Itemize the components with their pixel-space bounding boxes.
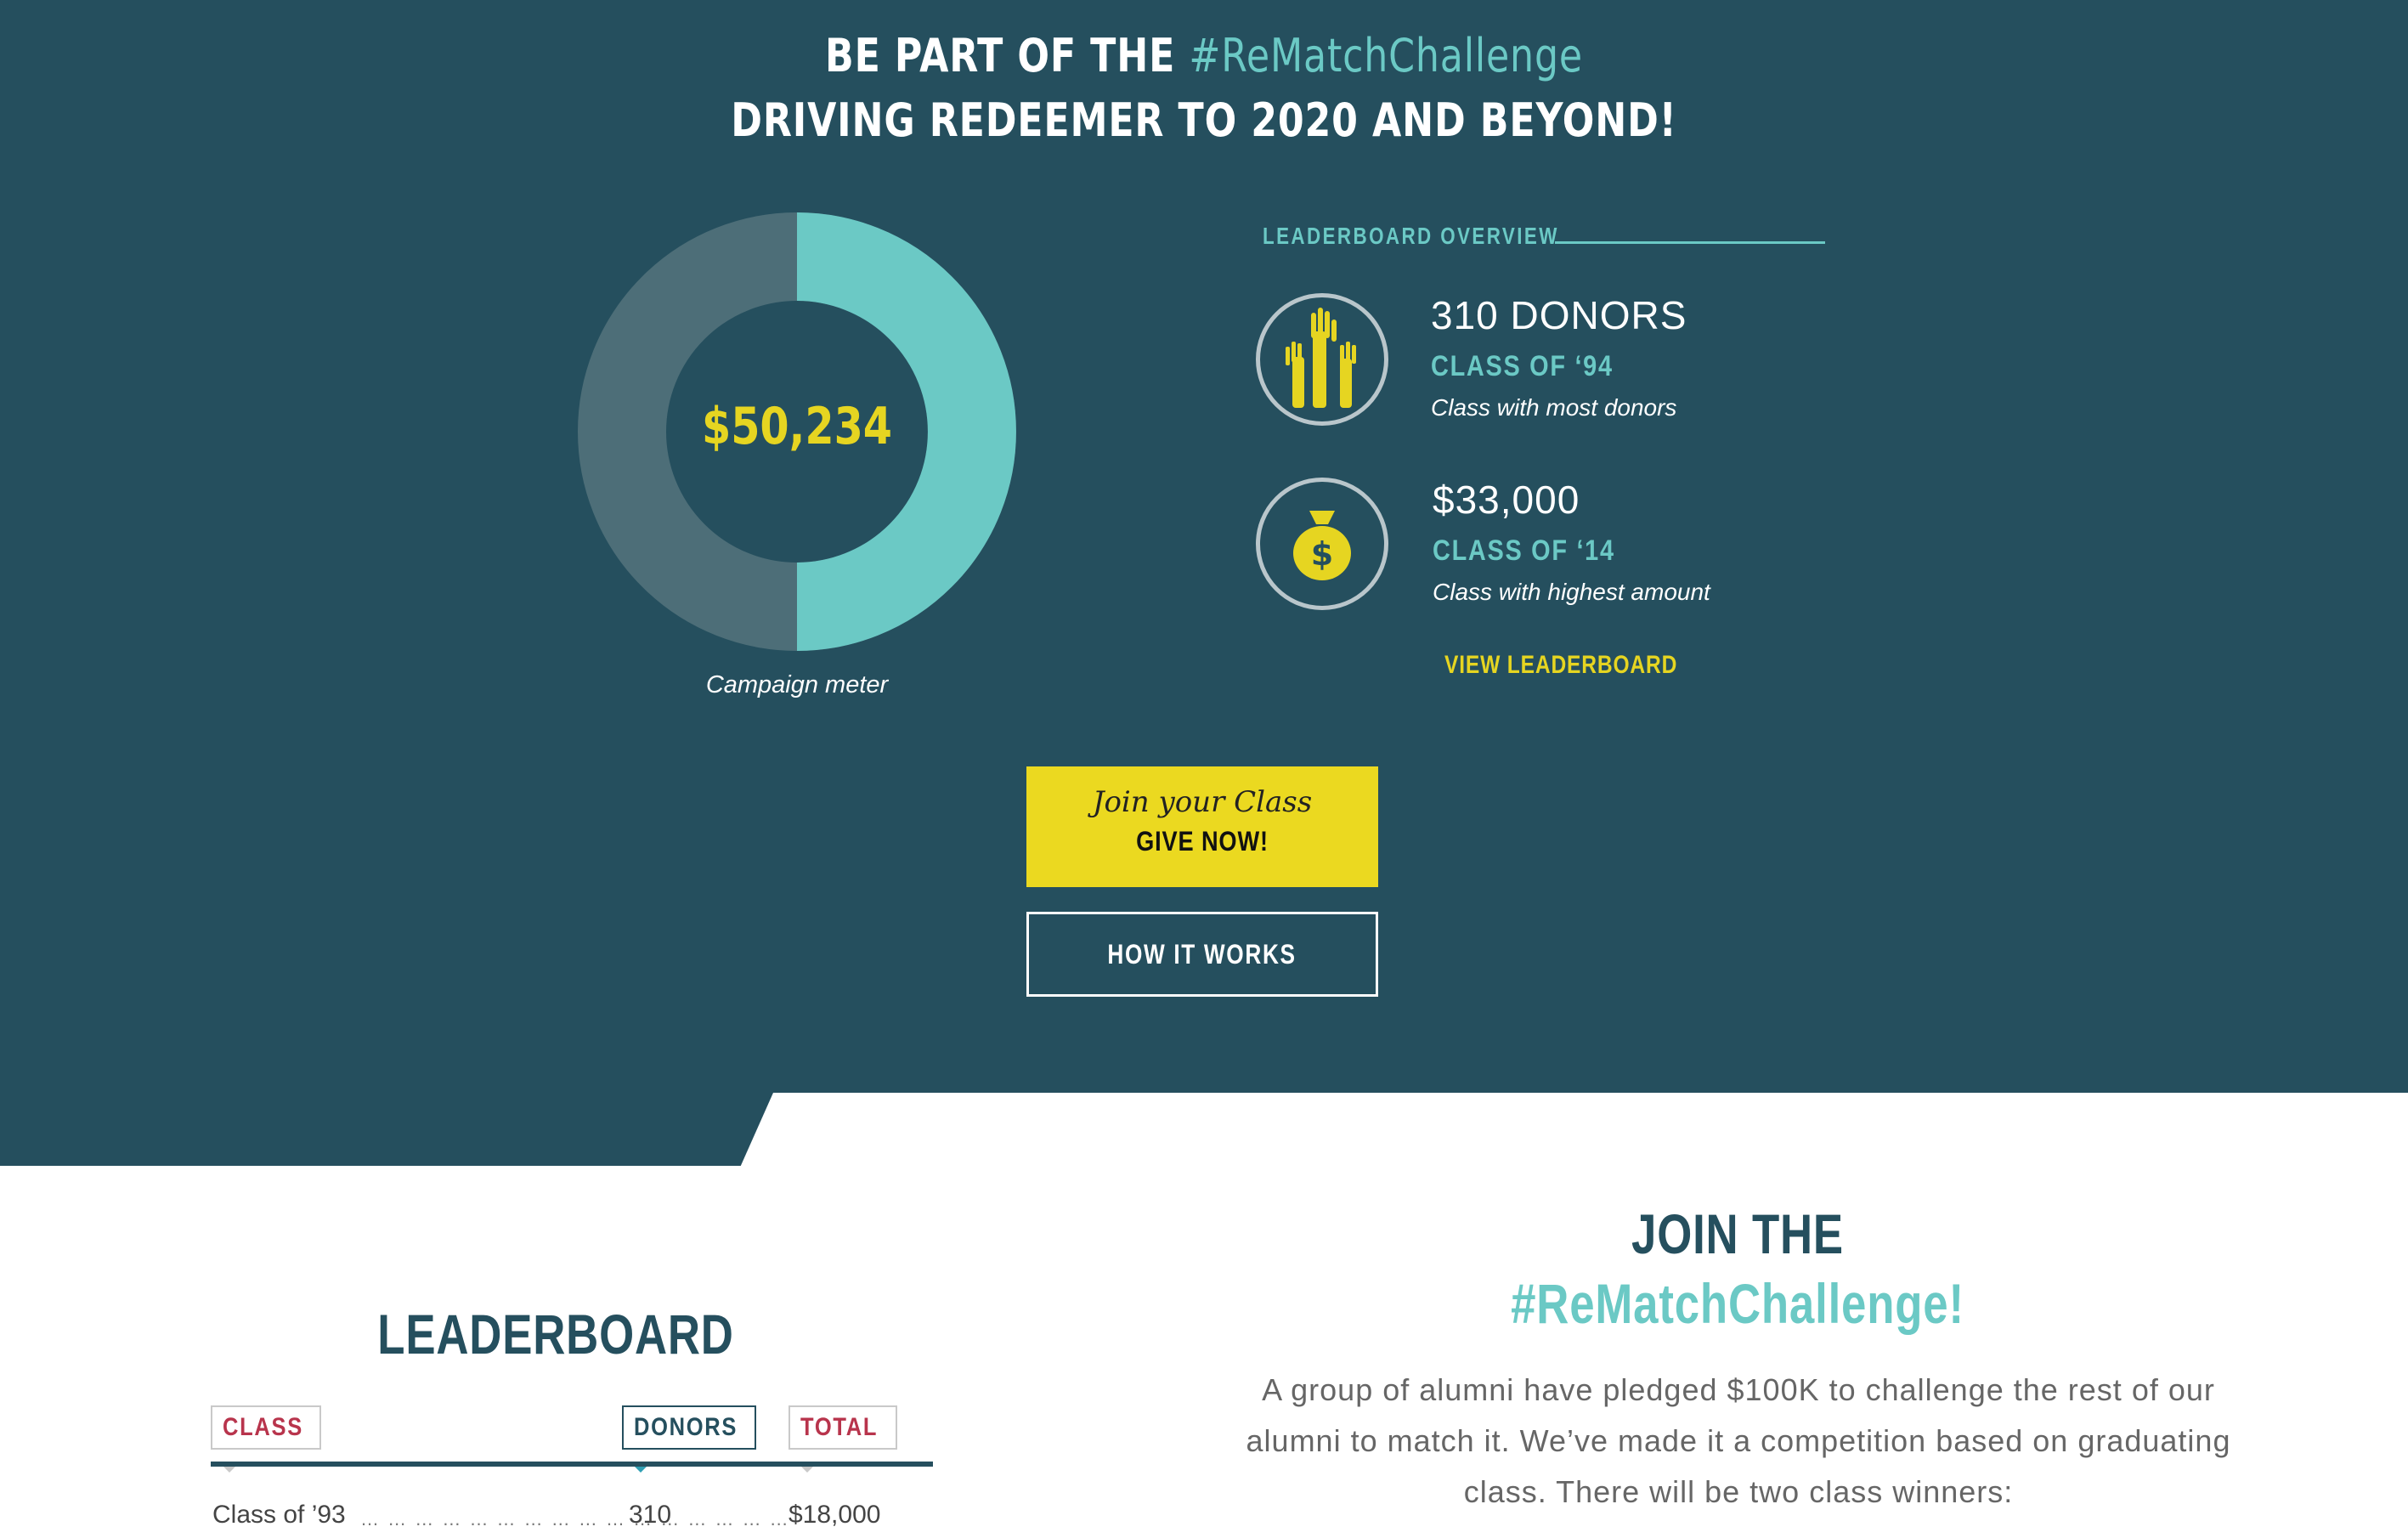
leaderboard-header-rule bbox=[211, 1462, 933, 1467]
headline-hashtag: #ReMatchChallenge bbox=[1189, 29, 1583, 82]
hero-headline: BE PART OF THE #ReMatchChallenge DRIVING… bbox=[217, 24, 2191, 153]
chevron-down-icon bbox=[223, 1466, 236, 1473]
chevron-down-icon bbox=[634, 1466, 647, 1473]
sort-class-button[interactable]: CLASS bbox=[211, 1405, 321, 1473]
join-description: A group of alumni have pledged $100K to … bbox=[1246, 1372, 2231, 1509]
leaderboard-title: LEADERBOARD bbox=[377, 1303, 734, 1366]
svg-text:$: $ bbox=[1311, 535, 1333, 573]
give-button-script: Join your Class bbox=[1092, 785, 1313, 819]
headline-prefix: BE PART OF THE bbox=[825, 29, 1190, 82]
row-class-name: Class of ’93 bbox=[212, 1501, 346, 1529]
sort-donors-label: DONORS bbox=[634, 1413, 738, 1441]
sort-donors-button[interactable]: DONORS bbox=[622, 1405, 756, 1473]
view-leaderboard-link[interactable]: VIEW LEADERBOARD bbox=[1444, 651, 1677, 680]
sort-total-button[interactable]: TOTAL bbox=[789, 1405, 897, 1473]
row-dot-leader: … … … … … … … … … … … … … … … … bbox=[360, 1508, 790, 1530]
raised-hands-icon bbox=[1256, 293, 1388, 426]
stat-donors-class: CLASS OF ‘94 bbox=[1431, 350, 1614, 382]
how-it-works-button[interactable]: HOW IT WORKS bbox=[1026, 912, 1378, 997]
leaderboard-overview-label: LEADERBOARD OVERVIEW bbox=[1263, 223, 1559, 249]
join-title-hashtag: #ReMatchChallenge! bbox=[1511, 1272, 1964, 1335]
sort-total-label: TOTAL bbox=[800, 1413, 879, 1441]
stat-amount-value: $33,000 bbox=[1433, 478, 1580, 522]
chevron-down-icon bbox=[800, 1466, 814, 1473]
stat-donors-description: Class with most donors bbox=[1431, 394, 1677, 421]
row-total: $18,000 bbox=[789, 1501, 881, 1529]
table-row: Class of ’93 … … … … … … … … … … … … … …… bbox=[212, 1501, 901, 1535]
join-title-line1: JOIN THE bbox=[1631, 1202, 1844, 1265]
row-donors: 310 bbox=[629, 1501, 672, 1529]
stat-donors-value: 310 DONORS bbox=[1431, 293, 1687, 337]
stat-amount-class: CLASS OF ‘14 bbox=[1433, 534, 1615, 567]
leaderboard-overview-rule bbox=[1555, 241, 1825, 244]
sort-class-label: CLASS bbox=[223, 1413, 303, 1441]
money-bag-icon: $ bbox=[1256, 478, 1388, 610]
campaign-meter-caption: Campaign meter bbox=[705, 671, 889, 698]
headline-line2: DRIVING REDEEMER TO 2020 AND BEYOND! bbox=[731, 93, 1677, 147]
how-it-works-label: HOW IT WORKS bbox=[1107, 939, 1297, 970]
give-button-label: GIVE NOW! bbox=[1136, 826, 1269, 857]
stat-amount-description: Class with highest amount bbox=[1433, 579, 1710, 605]
give-now-button[interactable]: Join your Class GIVE NOW! bbox=[1026, 766, 1378, 887]
campaign-amount: $50,234 bbox=[701, 397, 893, 456]
